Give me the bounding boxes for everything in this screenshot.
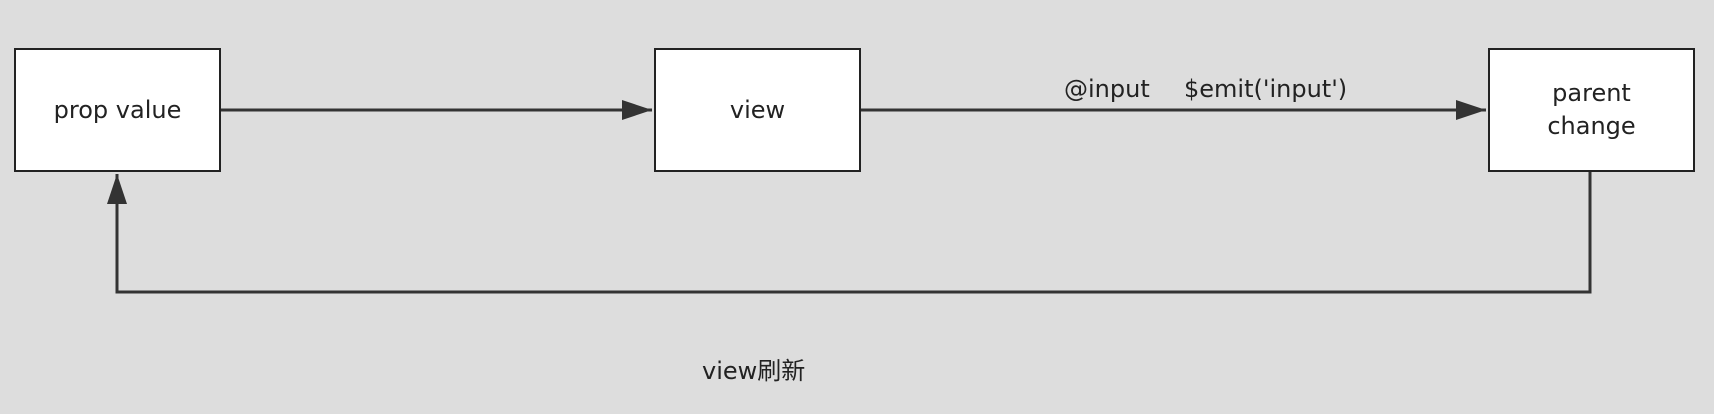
node-prop-value: prop value bbox=[14, 48, 221, 172]
diagram-canvas: prop value view parent change @input $em… bbox=[0, 0, 1714, 414]
node-view-label: view bbox=[729, 95, 786, 124]
node-parent-change-label: parent change bbox=[1547, 79, 1636, 140]
edge-label-emit: $emit('input') bbox=[1184, 75, 1348, 103]
arrow-feedback-loop bbox=[107, 172, 1592, 294]
node-parent-change: parent change bbox=[1488, 48, 1695, 172]
edge-label-input: @input bbox=[1064, 75, 1150, 103]
edge-label-view-refresh: view刷新 bbox=[702, 357, 806, 385]
node-prop-value-label: prop value bbox=[53, 95, 182, 124]
node-view: view bbox=[654, 48, 861, 172]
